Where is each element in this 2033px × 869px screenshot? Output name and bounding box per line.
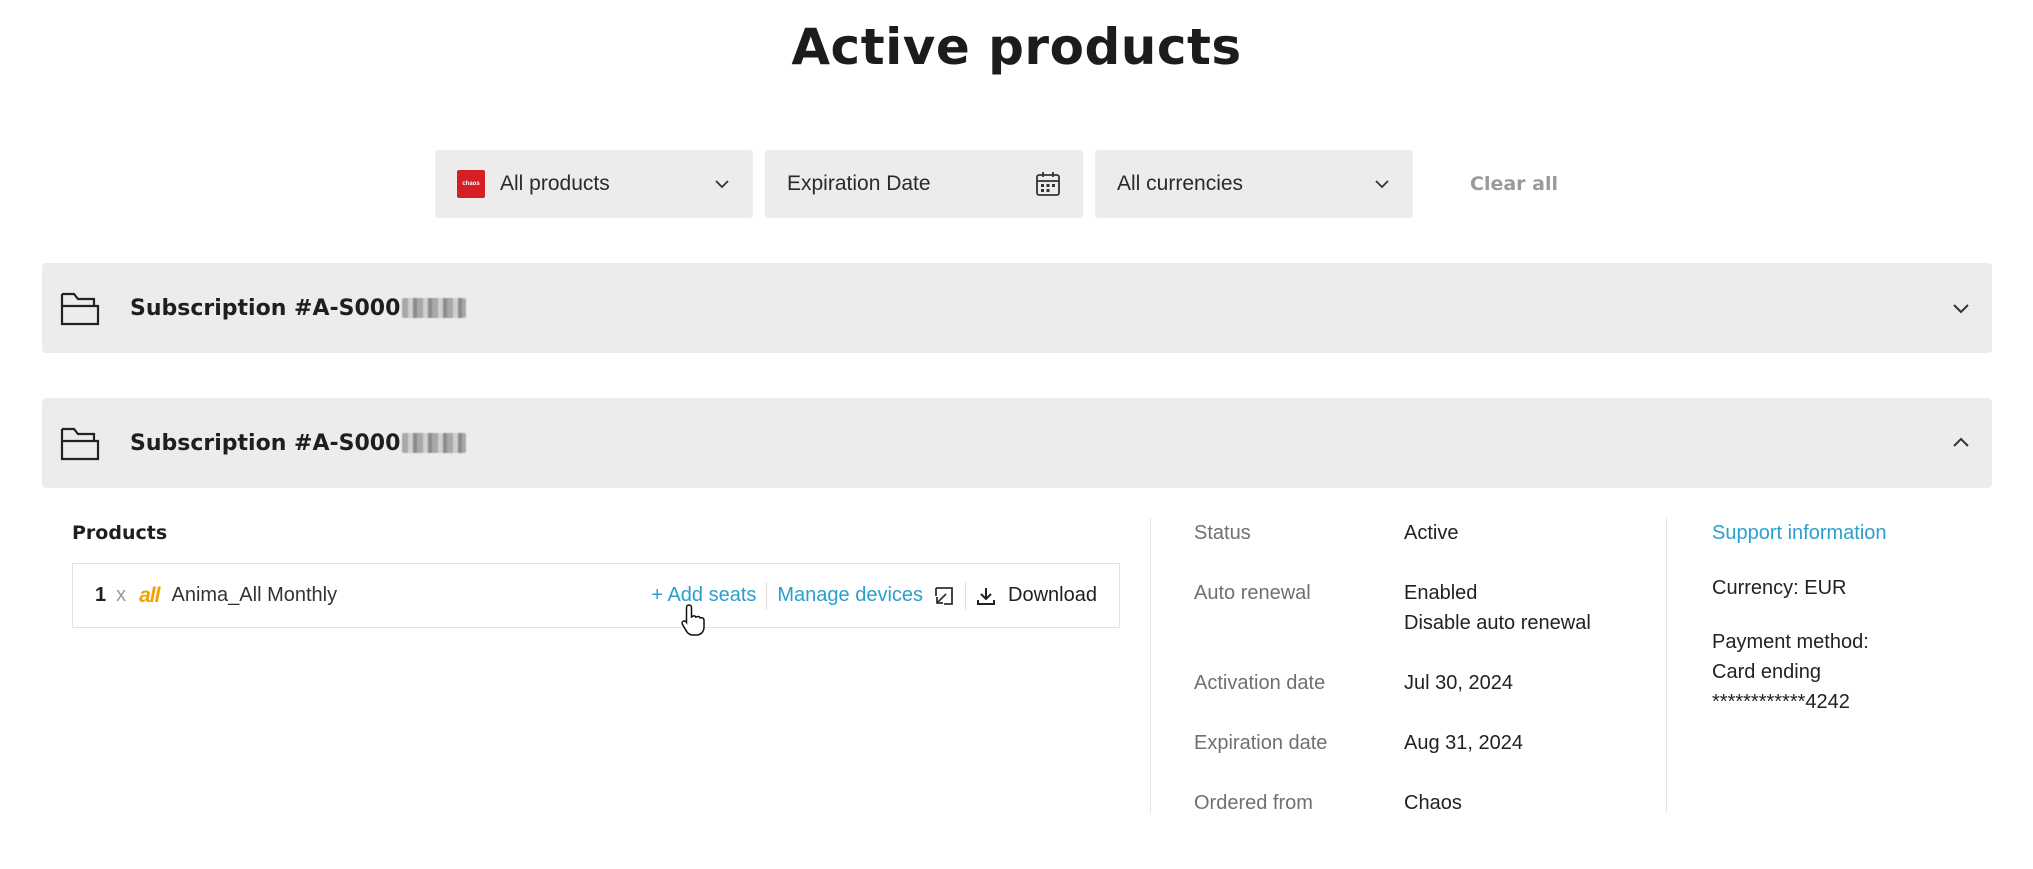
product-name: Anima_All Monthly xyxy=(171,584,338,606)
redacted-id xyxy=(402,298,467,318)
product-row: 1 x all Anima_All Monthly + Add seats Ma… xyxy=(72,563,1120,628)
chaos-logo-icon: chaos xyxy=(457,170,485,198)
payment-card-number: ************4242 xyxy=(1712,691,1850,713)
expiration-filter-label: Expiration Date xyxy=(787,172,931,195)
download-icon xyxy=(977,587,996,605)
currencies-filter-dropdown[interactable]: All currencies xyxy=(1095,150,1413,218)
divider xyxy=(1666,518,1667,813)
currencies-filter-label: All currencies xyxy=(1117,172,1244,195)
payment-card-label: Card ending xyxy=(1712,661,1821,683)
chevron-down-icon[interactable] xyxy=(1950,297,1972,319)
subscription-title: Subscription #A-S000 xyxy=(130,431,467,456)
redacted-id xyxy=(402,433,467,453)
manage-devices-link[interactable]: Manage devices xyxy=(777,584,923,607)
chevron-down-icon xyxy=(715,180,729,189)
support-information-link[interactable]: Support information xyxy=(1712,522,1887,545)
calendar-icon xyxy=(1036,172,1060,196)
payment-method-info: Payment method: Card ending ************… xyxy=(1712,627,1869,717)
product-quantity: 1 xyxy=(95,584,107,606)
ordered-from-value: Chaos xyxy=(1404,792,1462,814)
filter-bar: chaos All products Expiration Date All c… xyxy=(435,150,1558,218)
divider xyxy=(965,581,967,610)
subscription-header[interactable]: Subscription #A-S000 xyxy=(42,398,1992,488)
external-link-icon[interactable] xyxy=(933,585,955,607)
anima-logo-icon: all xyxy=(139,583,160,607)
currency-info: Currency: EUR xyxy=(1712,573,1846,603)
products-filter-dropdown[interactable]: chaos All products xyxy=(435,150,753,218)
divider xyxy=(766,581,768,610)
auto-renewal-label: Auto renewal xyxy=(1194,582,1311,604)
activation-date-label: Activation date xyxy=(1194,672,1326,694)
quantity-times: x xyxy=(116,584,127,606)
payment-method-label: Payment method: xyxy=(1712,631,1869,653)
chevron-down-icon xyxy=(1375,180,1389,189)
products-filter-label: All products xyxy=(500,172,610,195)
subscription-title: Subscription #A-S000 xyxy=(130,296,467,321)
expiration-date-value: Aug 31, 2024 xyxy=(1404,732,1523,754)
clear-all-button[interactable]: Clear all xyxy=(1470,173,1558,195)
download-label: Download xyxy=(1008,584,1097,606)
expiration-date-label: Expiration date xyxy=(1194,732,1328,754)
download-button[interactable]: Download xyxy=(976,584,1097,607)
divider xyxy=(1150,518,1151,813)
hand-cursor-icon xyxy=(681,604,705,636)
expiration-date-filter[interactable]: Expiration Date xyxy=(765,150,1083,218)
folder-icon xyxy=(60,427,100,461)
status-label: Status xyxy=(1194,522,1251,544)
currency-text: Currency: EUR xyxy=(1712,577,1847,599)
status-value: Active xyxy=(1404,522,1459,544)
auto-renewal-value: Enabled xyxy=(1404,582,1478,604)
folder-icon xyxy=(60,292,100,326)
disable-auto-renewal-link[interactable]: Disable auto renewal xyxy=(1404,612,1591,635)
page-title: Active products xyxy=(791,18,1242,76)
products-heading: Products xyxy=(72,522,168,544)
activation-date-value: Jul 30, 2024 xyxy=(1404,672,1513,694)
chevron-up-icon[interactable] xyxy=(1950,432,1972,454)
subscription-header[interactable]: Subscription #A-S000 xyxy=(42,263,1992,353)
ordered-from-label: Ordered from xyxy=(1194,792,1313,814)
